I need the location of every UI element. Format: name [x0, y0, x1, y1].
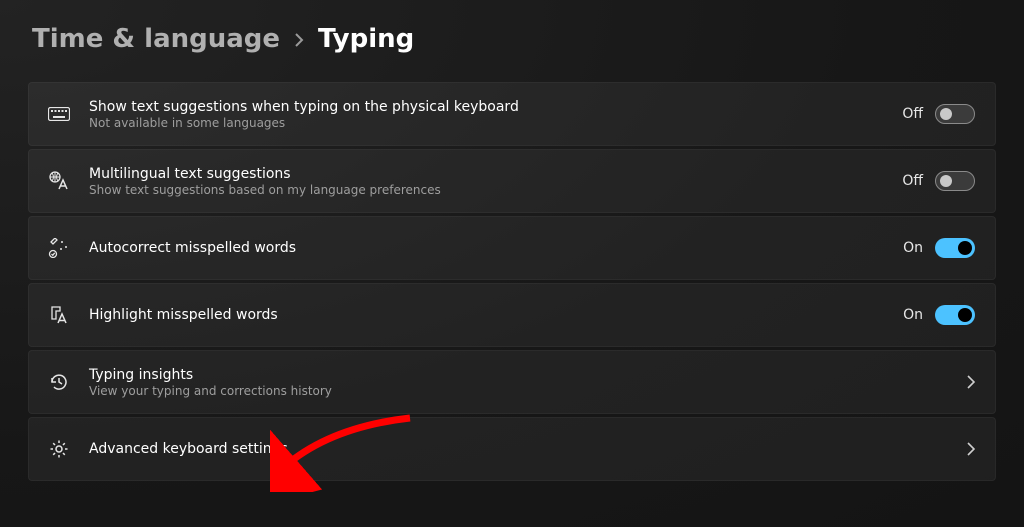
toggle-switch[interactable] [935, 238, 975, 258]
setting-title: Advanced keyboard settings [89, 441, 967, 457]
breadcrumb-current: Typing [318, 24, 414, 54]
keyboard-icon [45, 107, 73, 121]
setting-text: Highlight misspelled words [89, 307, 903, 323]
toggle-state-label: Off [902, 106, 923, 122]
setting-title: Autocorrect misspelled words [89, 240, 903, 256]
setting-title: Multilingual text suggestions [89, 166, 902, 182]
setting-highlight-misspelled[interactable]: Highlight misspelled words On [28, 283, 996, 347]
setting-text: Autocorrect misspelled words [89, 240, 903, 256]
toggle-switch[interactable] [935, 104, 975, 124]
toggle-state-label: On [903, 240, 923, 256]
setting-text: Multilingual text suggestions Show text … [89, 166, 902, 197]
setting-typing-insights[interactable]: Typing insights View your typing and cor… [28, 350, 996, 414]
setting-subtitle: View your typing and corrections history [89, 384, 967, 398]
setting-text: Typing insights View your typing and cor… [89, 367, 967, 398]
settings-list: Show text suggestions when typing on the… [28, 82, 996, 481]
setting-title: Show text suggestions when typing on the… [89, 99, 902, 115]
multilingual-icon [45, 171, 73, 191]
setting-advanced-keyboard[interactable]: Advanced keyboard settings [28, 417, 996, 481]
breadcrumb-parent[interactable]: Time & language [32, 24, 280, 54]
setting-text: Advanced keyboard settings [89, 441, 967, 457]
setting-title: Highlight misspelled words [89, 307, 903, 323]
history-icon [45, 372, 73, 392]
toggle-state-label: Off [902, 173, 923, 189]
setting-title: Typing insights [89, 367, 967, 383]
setting-text-suggestions-physical[interactable]: Show text suggestions when typing on the… [28, 82, 996, 146]
toggle-state-label: On [903, 307, 923, 323]
toggle-switch[interactable] [935, 305, 975, 325]
highlight-icon [45, 305, 73, 325]
autocorrect-icon [45, 238, 73, 258]
toggle-switch[interactable] [935, 171, 975, 191]
setting-text: Show text suggestions when typing on the… [89, 99, 902, 130]
setting-subtitle: Show text suggestions based on my langua… [89, 183, 902, 197]
chevron-right-icon [967, 375, 975, 389]
setting-autocorrect[interactable]: Autocorrect misspelled words On [28, 216, 996, 280]
setting-subtitle: Not available in some languages [89, 116, 902, 130]
chevron-right-icon [967, 442, 975, 456]
breadcrumb: Time & language Typing [28, 24, 996, 54]
setting-multilingual-suggestions[interactable]: Multilingual text suggestions Show text … [28, 149, 996, 213]
chevron-right-icon [294, 33, 304, 47]
gear-icon [45, 439, 73, 459]
